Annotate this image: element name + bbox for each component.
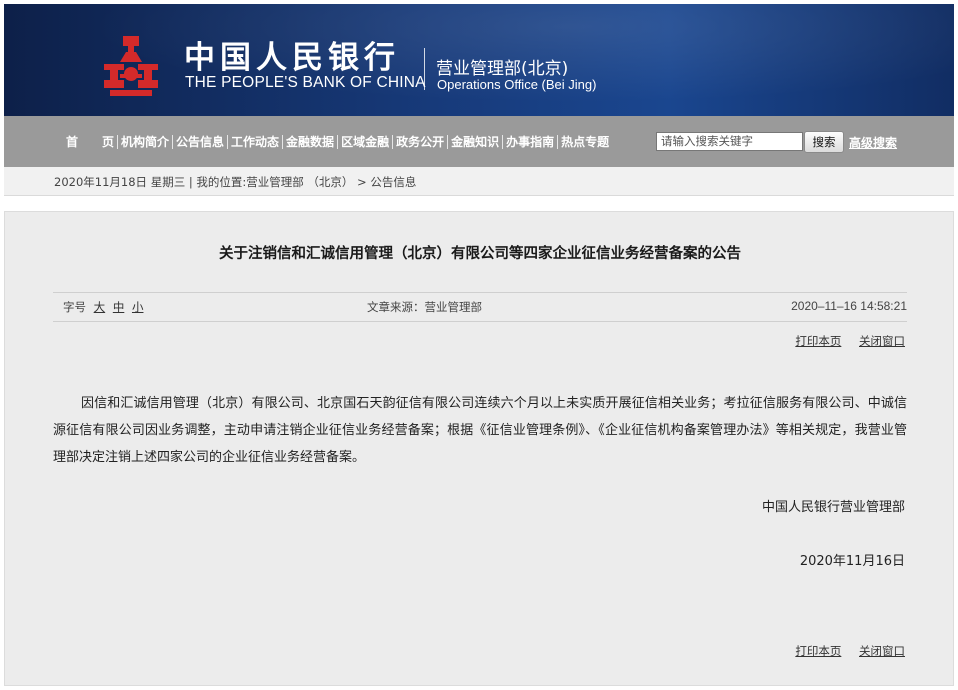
article-datetime: 2020–11–16 14:58:21 — [791, 299, 907, 313]
nav-item-financial-data[interactable]: 金融数据 — [283, 133, 337, 150]
nav-item-regional-finance[interactable]: 区域金融 — [338, 133, 392, 150]
font-size-label: 字号 — [63, 300, 86, 314]
main-nav: 首 页 机构简介 公告信息 工作动态 金融数据 区域金融 政务公开 金融知识 办… — [4, 116, 954, 167]
search-input[interactable]: 请输入搜索关键字 — [656, 132, 803, 151]
office-name-chinese: 营业管理部(北京) — [436, 59, 569, 79]
nav-item-government-affairs[interactable]: 政务公开 — [393, 133, 447, 150]
nav-items: 首 页 机构简介 公告信息 工作动态 金融数据 区域金融 政务公开 金融知识 办… — [66, 133, 612, 150]
article-tools-top: 打印本页 关闭窗口 — [781, 333, 905, 349]
nav-item-announcements[interactable]: 公告信息 — [173, 133, 227, 150]
article-body: 因信和汇诚信用管理（北京）有限公司、北京国石天韵征信有限公司连续六个月以上未实质… — [53, 396, 907, 465]
article-source: 文章来源：营业管理部 — [367, 300, 482, 314]
close-window-link[interactable]: 关闭窗口 — [859, 644, 905, 658]
nav-item-work-news[interactable]: 工作动态 — [228, 133, 282, 150]
font-size-small-link[interactable]: 小 — [132, 300, 144, 314]
nav-item-service-guide[interactable]: 办事指南 — [503, 133, 557, 150]
article-title: 关于注销信和汇诚信用管理（北京）有限公司等四家企业征信业务经营备案的公告 — [219, 246, 741, 262]
nav-item-financial-knowledge[interactable]: 金融知识 — [448, 133, 502, 150]
breadcrumb: 2020年11月18日 星期三 | 我的位置:营业管理部 （北京） > 公告信息 — [54, 175, 417, 189]
close-window-link[interactable]: 关闭窗口 — [859, 334, 905, 348]
logo-chinese-text: 中国人民银行 — [184, 40, 400, 76]
breadcrumb-bar: 2020年11月18日 星期三 | 我的位置:营业管理部 （北京） > 公告信息 — [4, 167, 954, 196]
header-divider — [424, 48, 425, 90]
pboc-emblem-icon — [104, 36, 158, 96]
nav-item-hot-topics[interactable]: 热点专题 — [558, 133, 612, 150]
article-tools-bottom: 打印本页 关闭窗口 — [781, 643, 905, 659]
font-size-medium-link[interactable]: 中 — [113, 300, 125, 314]
article-date: 2020年11月16日 — [799, 554, 905, 569]
article-signature: 中国人民银行营业管理部 — [761, 500, 905, 515]
header-banner: 中国人民银行 THE PEOPLE'S BANK OF CHINA 营业管理部(… — [4, 4, 954, 116]
advanced-search-link[interactable]: 高级搜索 — [849, 134, 897, 151]
nav-item-about[interactable]: 机构简介 — [118, 133, 172, 150]
nav-item-home[interactable]: 首 页 — [66, 133, 117, 150]
article-panel: 关于注销信和汇诚信用管理（北京）有限公司等四家企业征信业务经营备案的公告 字号 … — [4, 211, 954, 686]
search-button[interactable]: 搜索 — [804, 131, 844, 153]
logo-english-text: THE PEOPLE'S BANK OF CHINA — [185, 74, 426, 91]
font-size-large-link[interactable]: 大 — [94, 300, 106, 314]
font-size-control: 字号 大 中 小 — [63, 299, 143, 315]
print-page-link[interactable]: 打印本页 — [795, 644, 841, 658]
article-meta-bar: 字号 大 中 小 文章来源：营业管理部 2020–11–16 14:58:21 — [53, 292, 907, 322]
office-name-english: Operations Office (Bei Jing) — [437, 77, 597, 92]
print-page-link[interactable]: 打印本页 — [795, 334, 841, 348]
